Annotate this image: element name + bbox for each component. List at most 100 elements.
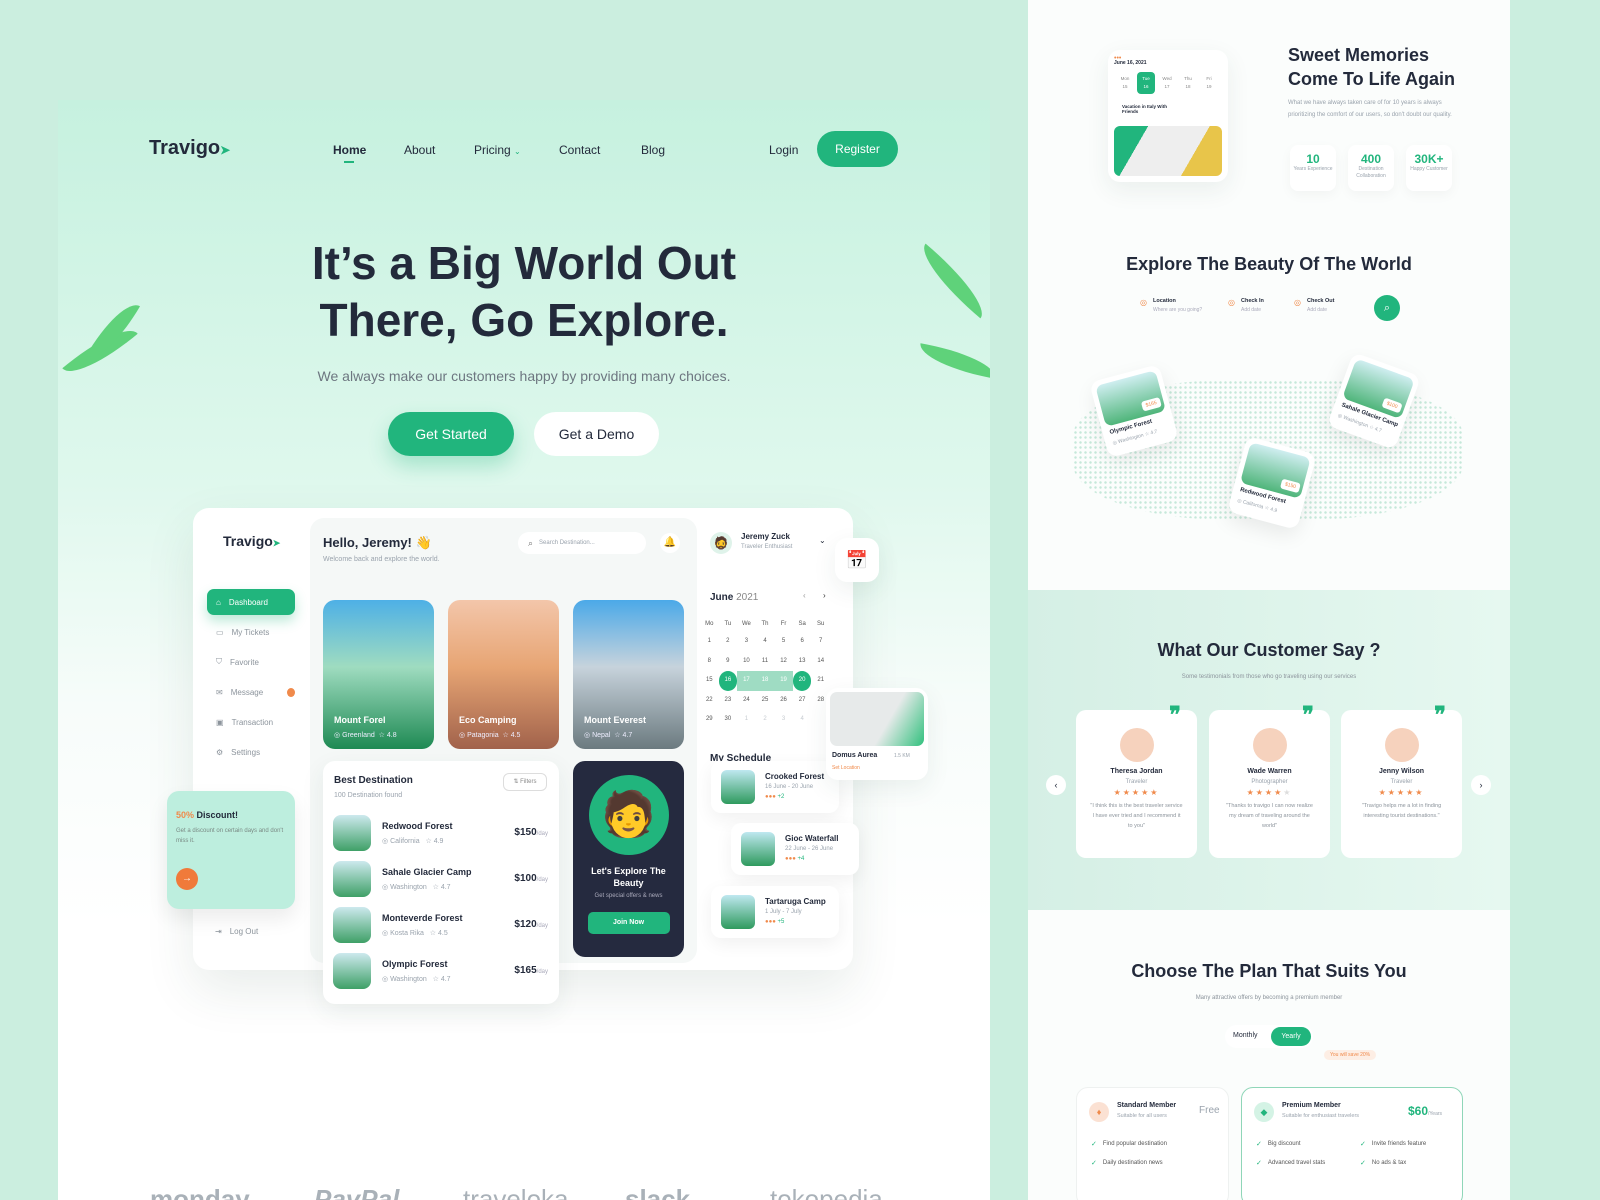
prev-month-button[interactable]: ‹ <box>803 591 806 600</box>
calendar-day[interactable]: 1 <box>700 632 719 652</box>
notification-bell-icon[interactable]: 🔔 <box>660 533 680 553</box>
arrow-right-icon[interactable]: → <box>176 868 198 890</box>
plan-card-premium[interactable]: ◆ Premium Member Suitable for enthusiast… <box>1241 1087 1463 1200</box>
calendar-day[interactable]: 10 <box>737 652 756 672</box>
calendar-day[interactable]: 9 <box>719 652 738 672</box>
calendar-day[interactable]: 22 <box>700 691 719 711</box>
login-link[interactable]: Login <box>769 143 798 157</box>
list-item[interactable]: Monteverde Forest ◎ Kosta Rika ☆ 4.5 $120/… <box>333 907 548 945</box>
calendar-day[interactable]: 13 <box>793 652 812 672</box>
list-item[interactable]: Redwood Forest ◎ California ☆ 4.9 $150/day <box>333 815 548 853</box>
search-field-0[interactable]: ◎ Location Where are you going? <box>1140 298 1202 313</box>
search-button[interactable]: ⌕ <box>1374 295 1400 321</box>
destination-card[interactable]: Mount Forel ◎ Greenland ☆ 4.8 <box>323 600 434 749</box>
avatar-group: ●●● <box>765 794 776 800</box>
calendar-day[interactable]: 2 <box>756 710 775 730</box>
card-location: Washington <box>1117 432 1145 446</box>
sidebar-item-dashboard[interactable]: ⌂ Dashboard <box>207 589 295 615</box>
get-started-button[interactable]: Get Started <box>388 412 514 456</box>
sidebar-item-message[interactable]: ✉ Message <box>207 679 295 705</box>
brand-logo[interactable]: Travigo➤ <box>149 137 230 160</box>
mini-day[interactable]: Wed 17 <box>1158 72 1176 94</box>
mini-day[interactable]: Fri 19 <box>1200 72 1218 94</box>
mini-day[interactable]: Thu 18 <box>1179 72 1197 94</box>
calendar-day[interactable]: 17 <box>737 671 756 691</box>
search-field-1[interactable]: ◎ Check In Add date <box>1228 298 1264 313</box>
sidebar-item-settings[interactable]: ⚙ Settings <box>207 739 295 765</box>
next-month-button[interactable]: › <box>823 591 826 600</box>
calendar-day[interactable]: 12 <box>774 652 793 672</box>
search-bar: ◎ Location Where are you going? ◎ Check In Ad… <box>1140 293 1400 327</box>
avatar-group: ●●● <box>765 919 776 925</box>
filters-button[interactable]: ⇅ Filters <box>503 773 547 791</box>
calendar-day[interactable]: 4 <box>756 632 775 652</box>
schedule-item[interactable]: Gioc Waterfall 22 June - 26 June ●●● +4 <box>731 823 859 875</box>
logout-button[interactable]: ⇥ Log Out <box>215 927 258 936</box>
list-item[interactable]: Olympic Forest ◎ Washington ☆ 4.7 $165/day <box>333 953 548 991</box>
profile-role: Traveler Enthusiast <box>741 544 793 550</box>
destination-thumbnail <box>333 907 371 943</box>
yearly-option[interactable]: Yearly <box>1271 1027 1311 1046</box>
nav-blog[interactable]: Blog <box>641 143 665 157</box>
calendar-day[interactable]: 19 <box>774 671 793 691</box>
nav-home[interactable]: Home <box>333 143 366 157</box>
calendar-day[interactable]: 23 <box>719 691 738 711</box>
nav-pricing[interactable]: Pricing ⌄ <box>474 143 521 157</box>
calendar-day[interactable]: 21 <box>811 671 830 691</box>
calendar-day[interactable]: 6 <box>793 632 812 652</box>
landing-page-hero: Travigo➤ Home About Pricing ⌄ Contact Bl… <box>58 100 990 1200</box>
calendar-day[interactable]: 7 <box>811 632 830 652</box>
calendar-day[interactable]: 30 <box>719 710 738 730</box>
calendar-day[interactable]: 8 <box>700 652 719 672</box>
calendar-day[interactable]: 14 <box>811 652 830 672</box>
search-input[interactable]: ⌕ Search Destination... <box>518 532 646 554</box>
plan-card-standard[interactable]: ♦ Standard Member Suitable for all users… <box>1076 1087 1229 1200</box>
sidebar-item-my-tickets[interactable]: ▭ My Tickets <box>207 619 295 645</box>
next-testimonial-button[interactable]: › <box>1471 775 1491 795</box>
calendar-day[interactable]: 16 <box>718 671 738 691</box>
join-now-button[interactable]: Join Now <box>587 912 670 934</box>
calendar-day[interactable]: 1 <box>737 710 756 730</box>
item-meta: ◎ Washington ☆ 4.7 <box>382 884 451 891</box>
calendar-day[interactable]: 20 <box>792 671 812 691</box>
schedule-item[interactable]: Crooked Forest 16 June - 20 June ●●● +2 <box>711 761 839 813</box>
calendar-day[interactable]: 15 <box>700 671 719 691</box>
sidebar-item-favorite[interactable]: ⛉ Favorite <box>207 649 295 675</box>
chevron-down-icon[interactable]: ⌄ <box>819 536 826 545</box>
destination-card[interactable]: Eco Camping ◎ Patagonia ☆ 4.5 <box>448 600 559 749</box>
calendar-day[interactable]: 26 <box>774 691 793 711</box>
calendar-day[interactable]: 2 <box>719 632 738 652</box>
set-location-link[interactable]: Set Location <box>832 765 860 771</box>
schedule-item[interactable]: Tartaruga Camp 1 July - 7 July ●●● +5 <box>711 886 839 938</box>
sidebar-item-transaction[interactable]: ▣ Transaction <box>207 709 295 735</box>
location-card[interactable]: Domus Aurea 1.5 KM Set Location <box>826 688 928 780</box>
calendar-day[interactable]: 3 <box>774 710 793 730</box>
reviewer-name: Wade Warren <box>1247 768 1292 775</box>
wallet-icon: ▣ <box>216 717 224 727</box>
register-button[interactable]: Register <box>817 131 898 167</box>
calendar-day[interactable]: 4 <box>793 710 812 730</box>
monthly-option[interactable]: Monthly <box>1233 1032 1258 1039</box>
brand-logo-monday: monday <box>150 1184 250 1200</box>
nav-contact[interactable]: Contact <box>559 143 600 157</box>
calendar-day[interactable]: 11 <box>756 652 775 672</box>
avatar <box>1252 728 1287 762</box>
search-field-2[interactable]: ◎ Check Out Add date <box>1294 298 1335 313</box>
calendar-day[interactable]: 29 <box>700 710 719 730</box>
calendar-day[interactable]: 18 <box>755 671 775 691</box>
nav-about[interactable]: About <box>404 143 435 157</box>
destination-card[interactable]: Mount Everest ◎ Nepal ☆ 4.7 <box>573 600 684 749</box>
calendar-day[interactable]: 3 <box>737 632 756 652</box>
calendar-day[interactable]: 27 <box>793 691 812 711</box>
list-item[interactable]: Sahale Glacier Camp ◎ Washington ☆ 4.7 $10… <box>333 861 548 899</box>
get-demo-button[interactable]: Get a Demo <box>534 412 659 456</box>
calendar-day[interactable]: 25 <box>756 691 775 711</box>
prev-testimonial-button[interactable]: ‹ <box>1046 775 1066 795</box>
mini-day[interactable]: Mon 15 <box>1116 72 1134 94</box>
calendar-icon[interactable]: 📅 <box>835 538 879 582</box>
mini-day[interactable]: Tue 16 <box>1137 72 1155 94</box>
review-text: "Travigo helps me a lot in finding inter… <box>1361 803 1442 819</box>
mini-day-name: Wed <box>1162 76 1172 81</box>
calendar-day[interactable]: 24 <box>737 691 756 711</box>
calendar-day[interactable]: 5 <box>774 632 793 652</box>
